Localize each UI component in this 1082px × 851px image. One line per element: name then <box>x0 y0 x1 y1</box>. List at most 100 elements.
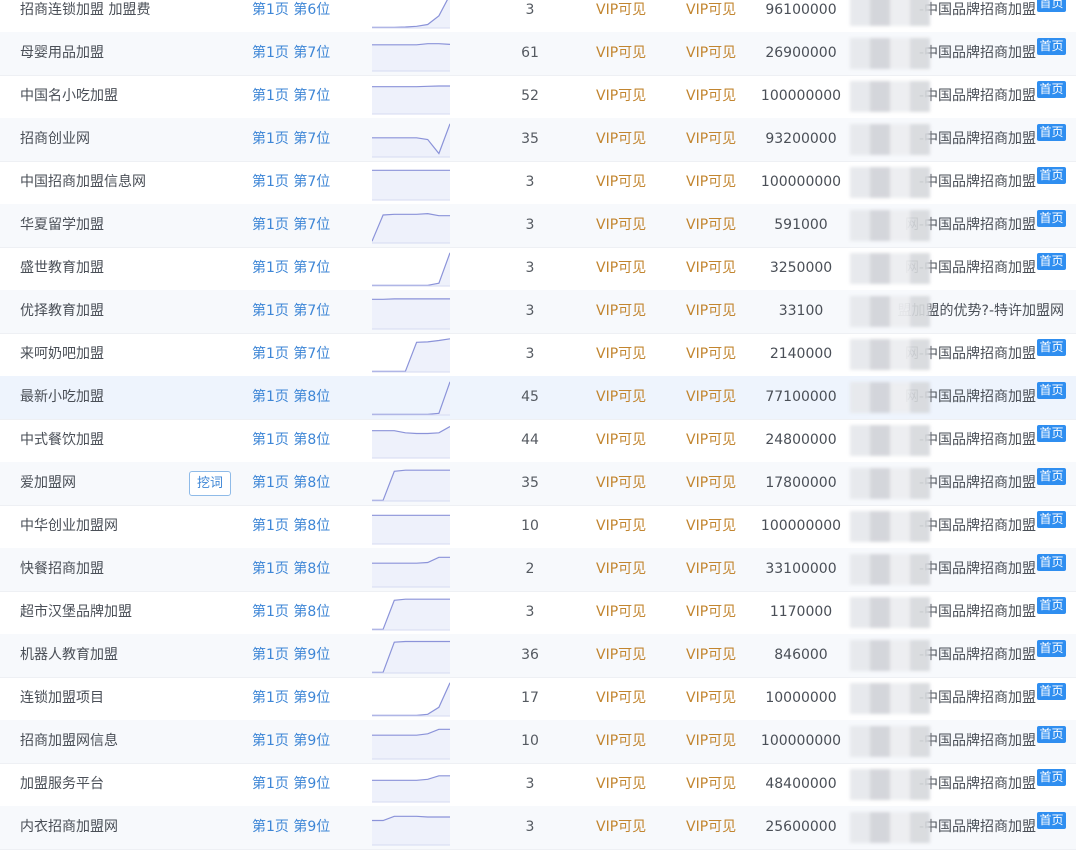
vip-locked-value[interactable]: VIP可见 <box>596 591 666 634</box>
rank-link[interactable]: 第1页 第9位 <box>252 677 362 720</box>
table-row[interactable]: 加盟服务平台 第1页 第9位 3 VIP可见 VIP可见 48400000 -中国品牌招商加… <box>0 763 1076 807</box>
rank-link[interactable]: 第1页 第7位 <box>252 161 362 204</box>
vip-locked-value[interactable]: VIP可见 <box>686 118 756 161</box>
vip-locked-value[interactable]: VIP可见 <box>686 677 756 720</box>
table-row[interactable]: 中国名小吃加盟 第1页 第7位 52 VIP可见 VIP可见 100000000 -中国品牌… <box>0 75 1076 119</box>
keyword-cell[interactable]: 招商创业网 <box>20 118 250 161</box>
vip-locked-value[interactable]: VIP可见 <box>686 333 756 376</box>
rank-link[interactable]: 第1页 第8位 <box>252 376 362 419</box>
vip-locked-value[interactable]: VIP可见 <box>686 32 756 75</box>
keyword-cell[interactable]: 最新小吃加盟 <box>20 376 250 419</box>
keyword-cell[interactable]: 中国招商加盟信息网 <box>20 161 250 204</box>
rank-link[interactable]: 第1页 第8位 <box>252 591 362 634</box>
vip-locked-value[interactable]: VIP可见 <box>686 161 756 204</box>
rank-link[interactable]: 第1页 第7位 <box>252 32 362 75</box>
table-row[interactable]: 快餐招商加盟 第1页 第8位 2 VIP可见 VIP可见 33100000 -中国品牌招商加… <box>0 548 1076 592</box>
table-row[interactable]: 盛世教育加盟 第1页 第7位 3 VIP可见 VIP可见 3250000 网-中国品牌招商加… <box>0 247 1076 291</box>
vip-locked-value[interactable]: VIP可见 <box>686 806 756 849</box>
keyword-cell[interactable]: 招商连锁加盟 加盟费 <box>20 0 250 32</box>
rank-link[interactable]: 第1页 第8位 <box>252 505 362 548</box>
dig-keyword-button[interactable]: 挖词 <box>189 471 231 496</box>
vip-locked-value[interactable]: VIP可见 <box>596 634 666 677</box>
vip-locked-value[interactable]: VIP可见 <box>596 247 666 290</box>
vip-locked-value[interactable]: VIP可见 <box>596 333 666 376</box>
vip-locked-value[interactable]: VIP可见 <box>686 376 756 419</box>
rank-link[interactable]: 第1页 第7位 <box>252 247 362 290</box>
vip-locked-value[interactable]: VIP可见 <box>686 634 756 677</box>
keyword-cell[interactable]: 内衣招商加盟网 <box>20 806 250 849</box>
vip-locked-value[interactable]: VIP可见 <box>596 204 666 247</box>
vip-locked-value[interactable]: VIP可见 <box>686 763 756 806</box>
vip-locked-value[interactable]: VIP可见 <box>596 376 666 419</box>
vip-locked-value[interactable]: VIP可见 <box>686 505 756 548</box>
table-row[interactable]: 中式餐饮加盟 第1页 第8位 44 VIP可见 VIP可见 24800000 -中国品牌招商… <box>0 419 1076 463</box>
table-row[interactable]: 母婴用品加盟 第1页 第7位 61 VIP可见 VIP可见 26900000 -中国品牌招商… <box>0 32 1076 76</box>
table-row[interactable]: 中国招商加盟信息网 第1页 第7位 3 VIP可见 VIP可见 100000000 -中国品… <box>0 161 1076 205</box>
vip-locked-value[interactable]: VIP可见 <box>596 720 666 763</box>
rank-link[interactable]: 第1页 第7位 <box>252 118 362 161</box>
table-row[interactable]: 中华创业加盟网 第1页 第8位 10 VIP可见 VIP可见 100000000 -中国品牌… <box>0 505 1076 549</box>
table-row[interactable]: 招商创业网 第1页 第7位 35 VIP可见 VIP可见 93200000 -中国品牌招商加… <box>0 118 1076 162</box>
keyword-cell[interactable]: 中式餐饮加盟 <box>20 419 250 462</box>
rank-link[interactable]: 第1页 第9位 <box>252 806 362 849</box>
table-row[interactable]: 机器人教育加盟 第1页 第9位 36 VIP可见 VIP可见 846000 -中国品牌招商加… <box>0 634 1076 678</box>
vip-locked-value[interactable]: VIP可见 <box>596 161 666 204</box>
vip-locked-value[interactable]: VIP可见 <box>596 505 666 548</box>
vip-locked-value[interactable]: VIP可见 <box>686 591 756 634</box>
vip-locked-value[interactable]: VIP可见 <box>596 677 666 720</box>
vip-locked-value[interactable]: VIP可见 <box>596 806 666 849</box>
keyword-cell[interactable]: 招商加盟网信息 <box>20 720 250 763</box>
rank-link[interactable]: 第1页 第7位 <box>252 204 362 247</box>
vip-locked-value[interactable]: VIP可见 <box>596 32 666 75</box>
table-row[interactable]: 招商加盟网信息 第1页 第9位 10 VIP可见 VIP可见 100000000 -中国品牌… <box>0 720 1076 764</box>
keyword-cell[interactable]: 加盟服务平台 <box>20 763 250 806</box>
vip-locked-value[interactable]: VIP可见 <box>686 290 756 333</box>
vip-locked-value[interactable]: VIP可见 <box>596 548 666 591</box>
keyword-cell[interactable]: 来呵奶吧加盟 <box>20 333 250 376</box>
keyword-cell[interactable]: 快餐招商加盟 <box>20 548 250 591</box>
keyword-cell[interactable]: 超市汉堡品牌加盟 <box>20 591 250 634</box>
rank-link[interactable]: 第1页 第8位 <box>252 419 362 462</box>
keyword-cell[interactable]: 中华创业加盟网 <box>20 505 250 548</box>
vip-locked-value[interactable]: VIP可见 <box>686 462 756 505</box>
vip-locked-value[interactable]: VIP可见 <box>596 0 666 32</box>
vip-locked-value[interactable]: VIP可见 <box>596 290 666 333</box>
vip-locked-value[interactable]: VIP可见 <box>686 720 756 763</box>
table-row[interactable]: 最新小吃加盟 第1页 第8位 45 VIP可见 VIP可见 77100000 网-中国品牌招… <box>0 376 1076 420</box>
vip-locked-value[interactable]: VIP可见 <box>596 419 666 462</box>
table-row[interactable]: 连锁加盟项目 第1页 第9位 17 VIP可见 VIP可见 10000000 -中国品牌招商… <box>0 677 1076 721</box>
rank-link[interactable]: 第1页 第9位 <box>252 763 362 806</box>
keyword-cell[interactable]: 优择教育加盟 <box>20 290 250 333</box>
keyword-cell[interactable]: 连锁加盟项目 <box>20 677 250 720</box>
table-row[interactable]: 爱加盟网 第1页 第8位 35 VIP可见 VIP可见 17800000 -中国品牌招商加盟… <box>0 462 1076 506</box>
rank-link[interactable]: 第1页 第8位 <box>252 548 362 591</box>
table-row[interactable]: 超市汉堡品牌加盟 第1页 第8位 3 VIP可见 VIP可见 1170000 -中国品牌招商… <box>0 591 1076 635</box>
rank-link[interactable]: 第1页 第7位 <box>252 333 362 376</box>
vip-locked-value[interactable]: VIP可见 <box>596 763 666 806</box>
vip-locked-value[interactable]: VIP可见 <box>686 75 756 118</box>
vip-locked-value[interactable]: VIP可见 <box>686 548 756 591</box>
table-row[interactable]: 华夏留学加盟 第1页 第7位 3 VIP可见 VIP可见 591000 网-中国品牌招商加盟… <box>0 204 1076 248</box>
rank-link[interactable]: 第1页 第8位 <box>252 462 362 505</box>
table-row[interactable]: 优择教育加盟 第1页 第7位 3 VIP可见 VIP可见 33100 盟加盟的优势?-特许加… <box>0 290 1076 334</box>
keyword-cell[interactable]: 华夏留学加盟 <box>20 204 250 247</box>
table-row[interactable]: 招商连锁加盟 加盟费 第1页 第6位 3 VIP可见 VIP可见 96100000 -中国品… <box>0 0 1076 33</box>
rank-link[interactable]: 第1页 第7位 <box>252 75 362 118</box>
vip-locked-value[interactable]: VIP可见 <box>686 419 756 462</box>
table-row[interactable]: 来呵奶吧加盟 第1页 第7位 3 VIP可见 VIP可见 2140000 网-中国品牌招商加… <box>0 333 1076 377</box>
vip-locked-value[interactable]: VIP可见 <box>686 247 756 290</box>
vip-locked-value[interactable]: VIP可见 <box>596 118 666 161</box>
rank-link[interactable]: 第1页 第9位 <box>252 634 362 677</box>
rank-link[interactable]: 第1页 第9位 <box>252 720 362 763</box>
keyword-cell[interactable]: 机器人教育加盟 <box>20 634 250 677</box>
vip-locked-value[interactable]: VIP可见 <box>596 75 666 118</box>
vip-locked-value[interactable]: VIP可见 <box>686 204 756 247</box>
rank-link[interactable]: 第1页 第7位 <box>252 290 362 333</box>
vip-locked-value[interactable]: VIP可见 <box>596 462 666 505</box>
vip-locked-value[interactable]: VIP可见 <box>686 0 756 32</box>
keyword-cell[interactable]: 母婴用品加盟 <box>20 32 250 75</box>
keyword-cell[interactable]: 中国名小吃加盟 <box>20 75 250 118</box>
rank-link[interactable]: 第1页 第6位 <box>252 0 362 32</box>
keyword-cell[interactable]: 盛世教育加盟 <box>20 247 250 290</box>
table-row[interactable]: 内衣招商加盟网 第1页 第9位 3 VIP可见 VIP可见 25600000 -中国品牌招商… <box>0 806 1076 850</box>
